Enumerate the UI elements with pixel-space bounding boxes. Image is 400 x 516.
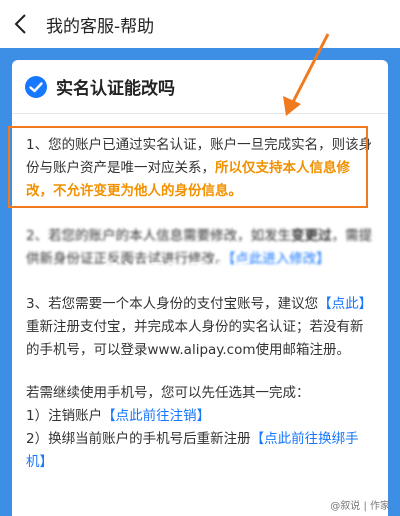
watermark-text: 名认证？手把手 [100,259,254,283]
option-2-text: 2）换绑当前账户的手机号后重新注册 [26,431,251,447]
page-title: 我的客服-帮助 [46,16,155,37]
close-account-link[interactable]: 【点此前往注销】 [102,408,210,424]
top-nav-bar: 我的客服-帮助 [0,0,400,48]
corner-watermark: @叙说 | 作家 [330,501,390,512]
check-circle-icon [25,75,47,98]
paragraph-3: 3、若您需要一个本人身份的支付宝账号，建议您【点此】重新注册支付宝，并完成本人身… [12,293,388,362]
option-2: 2）换绑当前账户的手机号后重新注册【点此前往换绑手机】 [26,428,374,474]
paragraph-4: 若需继续使用手机号，您可以先任选其一完成： 1）注销账户【点此前往注销】 2）换… [12,382,388,474]
paragraph-3-text-b: 重新注册支付宝，并完成本人身份的实名认证；若没有新的手机号，可以登录www.al… [26,319,364,358]
question-header: 实名认证能改吗 [12,60,388,107]
paragraph-2-bold: 变更过 [291,228,332,244]
highlight-box [8,126,368,208]
option-1-text: 1）注销账户 [26,408,103,424]
question-title: 实名认证能改吗 [56,79,175,99]
reregister-link[interactable]: 【点此】 [318,296,372,312]
paragraph-3-text: 3、若您需要一个本人身份的支付宝账号，建议您 [26,296,319,312]
divider [12,113,388,114]
paragraph-4-intro: 若需继续使用手机号，您可以先任选其一完成： [26,385,310,401]
paragraph-2-line1: 2、若您的账户的本人信息需要修改，如发生 [26,228,292,244]
option-1: 1）注销账户【点此前往注销】 [26,405,374,428]
chevron-left-icon [14,14,26,34]
back-button[interactable] [0,0,40,48]
